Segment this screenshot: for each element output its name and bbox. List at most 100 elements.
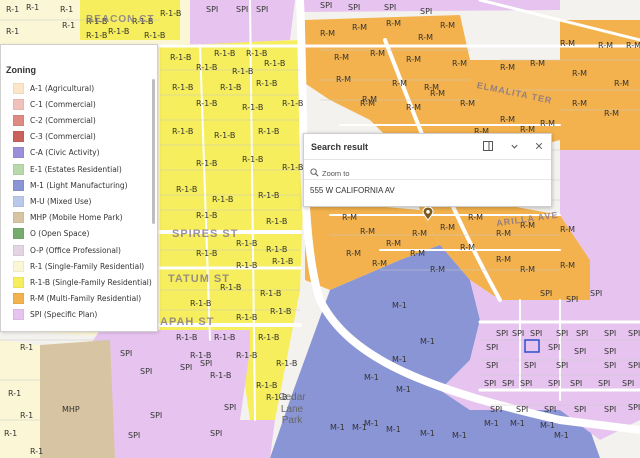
zoom-to-label: Zoom to bbox=[322, 168, 350, 178]
legend-item: A-1 (Agricultural) bbox=[13, 82, 94, 94]
zone-label-spi: SPI bbox=[566, 295, 579, 304]
zone-label-rm: R-M bbox=[604, 109, 620, 118]
zone-label-r1b: R-1-B bbox=[232, 67, 254, 76]
zone-label-rm: R-M bbox=[496, 255, 512, 264]
zone-label-m1: M-1 bbox=[396, 385, 411, 394]
zone-r1-south bbox=[0, 340, 40, 458]
park-label: Cedar Lane Park bbox=[270, 392, 314, 427]
street-label-tatum-st: TATUM ST bbox=[168, 273, 230, 285]
zone-label-spi: SPI bbox=[490, 405, 503, 414]
zone-label-spi: SPI bbox=[256, 5, 269, 14]
close-icon[interactable] bbox=[533, 140, 545, 152]
zone-label-r1b: R-1-B bbox=[246, 49, 268, 58]
legend-swatch bbox=[13, 114, 24, 126]
zone-label-r1: R-1 bbox=[6, 5, 20, 14]
legend-swatch bbox=[13, 260, 24, 272]
zone-label-spi: SPI bbox=[140, 367, 153, 376]
zone-label-rm: R-M bbox=[614, 79, 630, 88]
zone-label-r1b: R-1-B bbox=[86, 31, 108, 40]
legend-label: A-1 (Agricultural) bbox=[30, 83, 95, 93]
zone-label-rm: R-M bbox=[440, 223, 456, 232]
zone-label-rm: R-M bbox=[410, 249, 426, 258]
popup-title: Search result bbox=[311, 142, 369, 152]
zone-label-r1b: R-1-B bbox=[236, 313, 258, 322]
zone-label-rm: R-M bbox=[406, 103, 422, 112]
zone-label-rm: R-M bbox=[360, 99, 376, 108]
zone-label-r1b: R-1-B bbox=[196, 249, 218, 258]
zone-label-r1b: R-1-B bbox=[236, 261, 258, 270]
zone-label-r1b: R-1-B bbox=[176, 333, 198, 342]
zone-label-spi: SPI bbox=[548, 379, 561, 388]
legend-item: O (Open Space) bbox=[13, 228, 89, 240]
zone-label-spi: SPI bbox=[530, 329, 543, 338]
legend-label: C-3 (Commercial) bbox=[30, 132, 96, 142]
legend-scrollbar[interactable] bbox=[152, 79, 155, 224]
zone-label-spi: SPI bbox=[200, 359, 213, 368]
zone-label-spi: SPI bbox=[574, 347, 587, 356]
zone-label-rm: R-M bbox=[386, 239, 402, 248]
zone-label-r1b: R-1-B bbox=[108, 27, 130, 36]
zone-label-spi: SPI bbox=[556, 361, 569, 370]
zone-label-spi: SPI bbox=[486, 343, 499, 352]
zone-label-spi: SPI bbox=[590, 289, 603, 298]
zone-label-rm: R-M bbox=[560, 39, 576, 48]
zone-label-rm: R-M bbox=[460, 99, 476, 108]
zone-label-rm: R-M bbox=[598, 41, 614, 50]
zone-label-r1: R-1 bbox=[20, 411, 34, 420]
zone-label-spi: SPI bbox=[348, 3, 361, 12]
zone-label-spi: SPI bbox=[180, 363, 193, 372]
legend-swatch bbox=[13, 195, 24, 207]
zone-label-r1b: R-1-B bbox=[176, 185, 198, 194]
zone-label-rm: R-M bbox=[412, 229, 428, 238]
zone-label-r1b: R-1-B bbox=[144, 31, 166, 40]
zone-label-rm: R-M bbox=[370, 49, 386, 58]
zone-label-spi: SPI bbox=[570, 379, 583, 388]
zone-label-rm: R-M bbox=[460, 243, 476, 252]
zone-label-r1b: R-1-B bbox=[266, 217, 288, 226]
zone-label-spi: SPI bbox=[524, 361, 537, 370]
legend-label: C-A (Civic Activity) bbox=[30, 148, 100, 158]
street-label-apah-st: APAH ST bbox=[160, 316, 215, 328]
zone-label-spi: SPI bbox=[420, 7, 433, 16]
legend-label: R-1 (Single-Family Residential) bbox=[30, 261, 145, 271]
zone-label-r1b: R-1-B bbox=[172, 127, 194, 136]
zone-label-m1: M-1 bbox=[554, 431, 569, 440]
legend-swatch bbox=[13, 147, 24, 159]
legend-swatch bbox=[13, 228, 24, 240]
zone-label-spi: SPI bbox=[224, 403, 237, 412]
zoning-legend: Zoning A-1 (Agricultural) C-1 (Commercial… bbox=[0, 44, 158, 332]
zone-label-rm: R-M bbox=[360, 227, 376, 236]
zone-label-r1b: R-1-B bbox=[258, 191, 280, 200]
chevron-down-icon[interactable] bbox=[508, 140, 520, 152]
location-pin-icon[interactable] bbox=[422, 207, 434, 221]
legend-item: R-M (Multi-Family Residential) bbox=[13, 293, 141, 305]
zone-label-r1b: R-1-B bbox=[272, 257, 294, 266]
zone-label-rm: R-M bbox=[418, 33, 434, 42]
zone-label-r1b: R-1-B bbox=[196, 63, 218, 72]
legend-swatch bbox=[13, 244, 24, 256]
zone-label-spi: SPI bbox=[628, 361, 640, 370]
zone-label-r1b: R-1-B bbox=[260, 289, 282, 298]
dock-icon[interactable] bbox=[482, 140, 494, 152]
zone-label-r1b: R-1-B bbox=[214, 333, 236, 342]
zone-label-r1: R-1 bbox=[20, 343, 34, 352]
zone-label-m1: M-1 bbox=[330, 423, 345, 432]
zone-label-r1b: R-1-B bbox=[270, 307, 292, 316]
zone-label-rm: R-M bbox=[530, 59, 546, 68]
legend-label: C-2 (Commercial) bbox=[30, 115, 96, 125]
legend-label: R-1-B (Single-Family Residential) bbox=[30, 277, 152, 287]
zone-label-r1b: R-1-B bbox=[258, 333, 280, 342]
zone-label-r1b: R-1-B bbox=[196, 211, 218, 220]
legend-label: O-P (Office Professional) bbox=[30, 245, 121, 255]
zone-label-spi: SPI bbox=[236, 5, 249, 14]
zone-label-r1b: R-1-B bbox=[160, 9, 182, 18]
zone-label-spi: SPI bbox=[210, 429, 223, 438]
zone-label-spi: SPI bbox=[150, 411, 163, 420]
zone-label-rm: R-M bbox=[468, 213, 484, 222]
search-result-popup: Search result Zoom to 555 W CALIFORNIA A… bbox=[303, 133, 552, 207]
zone-label-r1: R-1 bbox=[60, 5, 74, 14]
zone-label-r1b: R-1-B bbox=[256, 79, 278, 88]
popup-divider bbox=[304, 159, 551, 160]
popup-divider-2 bbox=[304, 179, 551, 180]
legend-label: M-U (Mixed Use) bbox=[30, 196, 92, 206]
